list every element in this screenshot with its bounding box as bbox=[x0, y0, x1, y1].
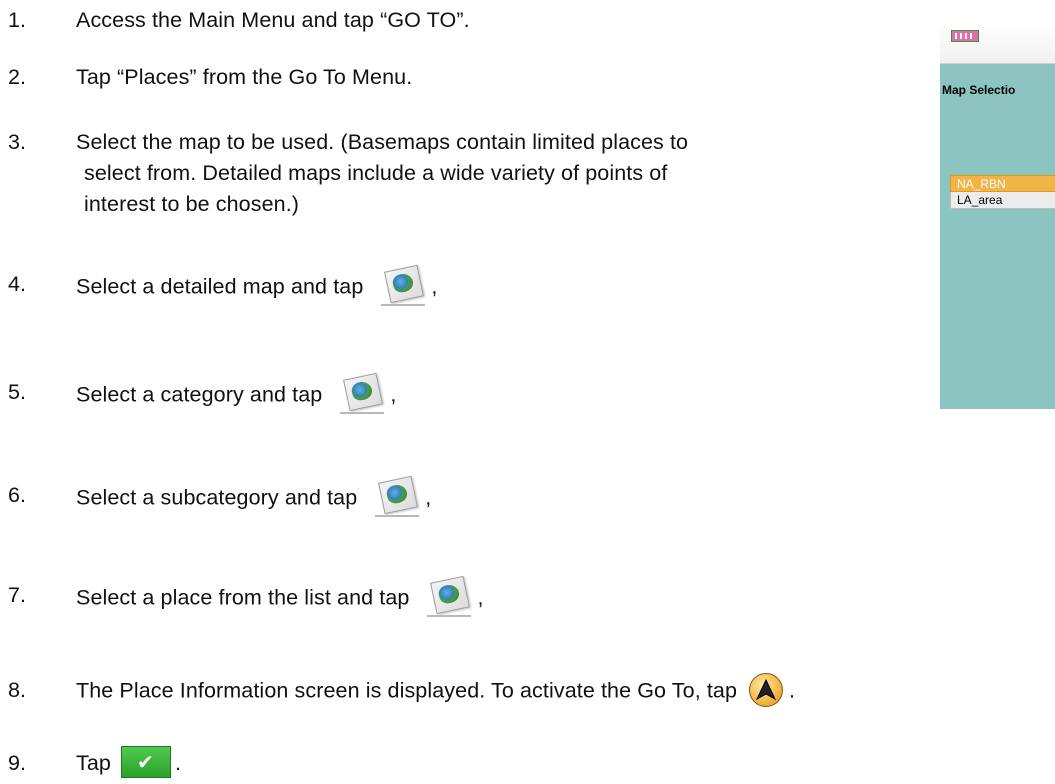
map-icon bbox=[375, 475, 420, 517]
map-icon bbox=[381, 264, 426, 306]
step-number: 8. bbox=[8, 678, 27, 702]
instructions: 1. Access the Main Menu and tap “GO TO”.… bbox=[0, 0, 1055, 784]
map-list-item[interactable]: NA_RBN bbox=[950, 175, 1055, 192]
map-list: NA_RBN LA_area bbox=[950, 175, 1055, 209]
step-text: Select a category and tap bbox=[76, 382, 323, 407]
device-screenshot: Map Selectio NA_RBN LA_area bbox=[940, 25, 1055, 409]
step-text: interest to be chosen.) bbox=[84, 192, 300, 216]
step-text: Tap “Places” from the Go To Menu. bbox=[76, 65, 413, 89]
step-suffix: , bbox=[431, 274, 438, 299]
step-suffix: , bbox=[477, 585, 484, 610]
step-text: Select a place from the list and tap bbox=[76, 585, 410, 610]
step-number: 5. bbox=[8, 380, 27, 404]
step-number: 4. bbox=[8, 272, 27, 296]
map-list-item[interactable]: LA_area bbox=[950, 192, 1055, 209]
step-text: Select a subcategory and tap bbox=[76, 485, 358, 510]
screen-title: Map Selectio bbox=[942, 83, 1016, 97]
step-number: 2. bbox=[8, 65, 27, 89]
map-icon bbox=[427, 575, 472, 617]
step-suffix: . bbox=[789, 678, 796, 703]
battery-icon bbox=[951, 30, 979, 42]
step-number: 7. bbox=[8, 583, 27, 607]
step-number: 3. bbox=[8, 130, 27, 154]
step-text: Tap bbox=[76, 751, 111, 775]
step-text-row: Select a detailed map and tap, bbox=[76, 264, 438, 307]
step-text: select from. Detailed maps include a wid… bbox=[84, 161, 668, 185]
step-number: 1. bbox=[8, 8, 27, 32]
step-text-row: Tap ✔. bbox=[76, 746, 182, 780]
step-text: Select the map to be used. (Basemaps con… bbox=[76, 130, 689, 154]
goto-arrow-icon bbox=[749, 673, 784, 707]
step-suffix: , bbox=[425, 485, 432, 510]
checkmark-icon: ✔ bbox=[120, 746, 171, 779]
device-status-bar bbox=[940, 25, 1055, 64]
step-text-row: Select a category and tap, bbox=[76, 372, 397, 415]
step-text-row: Select a place from the list and tap, bbox=[76, 575, 484, 618]
step-number: 6. bbox=[8, 483, 27, 507]
step-text: Select a detailed map and tap bbox=[76, 274, 364, 299]
step-suffix: , bbox=[390, 382, 397, 407]
step-text-row: Select a subcategory and tap, bbox=[76, 475, 432, 518]
step-text: Access the Main Menu and tap “GO TO”. bbox=[76, 8, 470, 32]
step-text: The Place Information screen is displaye… bbox=[76, 678, 738, 703]
step-suffix: . bbox=[174, 751, 182, 775]
step-text-row: The Place Information screen is displaye… bbox=[76, 673, 796, 709]
map-icon bbox=[340, 372, 385, 414]
step-number: 9. bbox=[8, 751, 27, 775]
